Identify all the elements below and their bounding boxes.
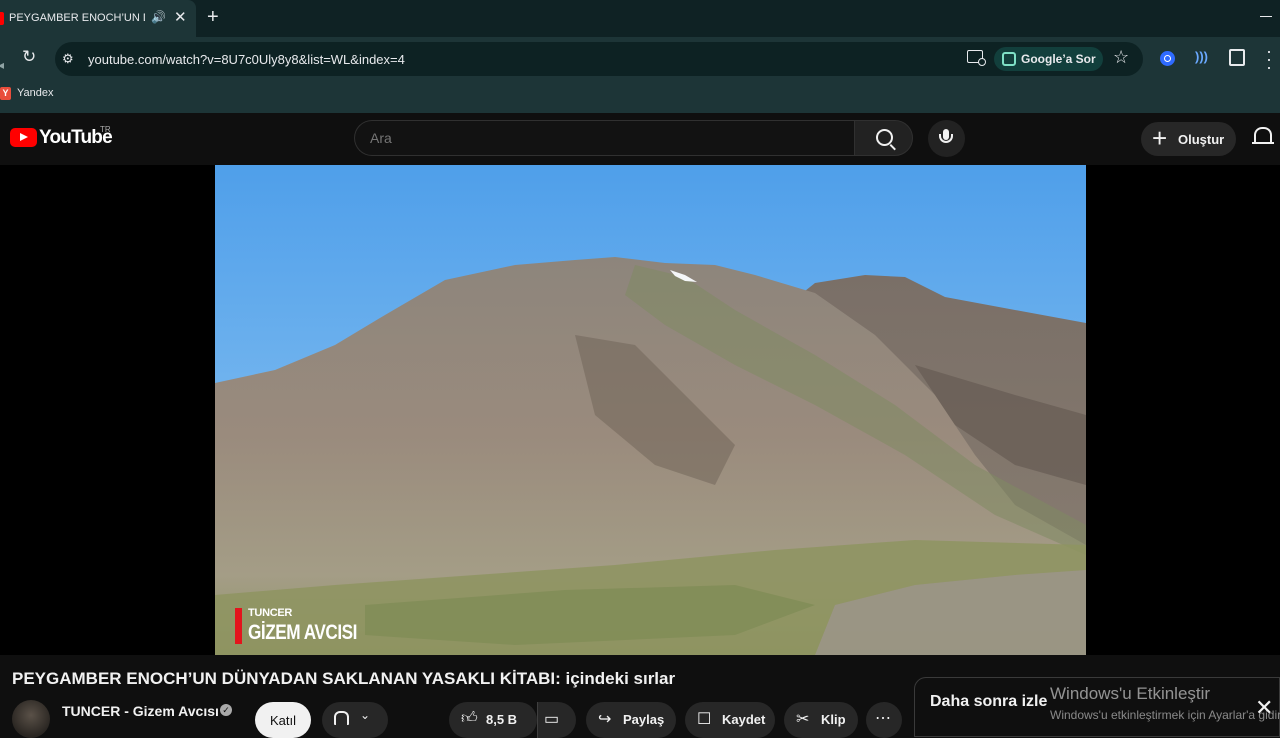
- create-button[interactable]: + Oluştur: [1141, 122, 1236, 156]
- browser-tab-active[interactable]: PEYGAMBER ENOCH’UN DÜ 🔊 ✕: [0, 0, 196, 37]
- dislike-button[interactable]: ▭: [537, 702, 576, 738]
- back-icon[interactable]: ◂: [0, 58, 4, 72]
- youtube-play-logo-icon: [10, 128, 37, 147]
- browser-toolbar: ◂ ↻ ⚙ youtube.com/watch?v=8U7c0Uly8y8&li…: [0, 37, 1280, 81]
- like-button[interactable]: 👍︎ 8,5 B: [449, 702, 537, 738]
- voice-search-button[interactable]: [928, 120, 965, 157]
- watermark-bar: [235, 608, 242, 644]
- bookmarks-bar: [0, 81, 1280, 113]
- notifications-bell-icon[interactable]: [1252, 127, 1274, 144]
- site-info-icon[interactable]: ⚙: [62, 51, 74, 67]
- watch-later-title: Daha sonra izle: [930, 693, 1048, 710]
- new-tab-button[interactable]: +: [207, 6, 219, 29]
- install-app-icon[interactable]: [967, 50, 986, 66]
- save-button[interactable]: ☐ Kaydet: [685, 702, 775, 738]
- reload-icon[interactable]: ↻: [22, 47, 36, 67]
- search-input[interactable]: [370, 130, 830, 146]
- window-minimize-button[interactable]: [1260, 16, 1272, 17]
- country-code: TR: [100, 125, 111, 134]
- windows-activation-title: Windows'u Etkinleştir: [1050, 684, 1211, 703]
- channel-avatar[interactable]: [12, 700, 50, 738]
- plus-icon: +: [1152, 123, 1168, 153]
- join-button[interactable]: Katıl: [255, 702, 311, 738]
- verified-badge-icon: ✓: [220, 704, 232, 716]
- bookmark-yandex[interactable]: Yandex: [17, 87, 54, 99]
- tab-title: PEYGAMBER ENOCH’UN DÜ: [9, 12, 145, 24]
- channel-name[interactable]: TUNCER - Gizem Avcısı: [62, 703, 219, 719]
- browser-tab-strip: PEYGAMBER ENOCH’UN DÜ 🔊 ✕ +: [0, 0, 1280, 37]
- subscribed-button[interactable]: ⌄: [322, 702, 388, 738]
- save-icon: ☐: [697, 711, 712, 728]
- thumbs-up-icon: 👍︎: [461, 710, 478, 727]
- watermark-main-text: GİZEM AVCISI: [248, 621, 357, 644]
- search-button[interactable]: [854, 120, 913, 156]
- mountain-landscape-image: [215, 165, 1086, 655]
- video-frame[interactable]: TUNCER GİZEM AVCISI: [215, 165, 1086, 655]
- search-box[interactable]: [354, 120, 854, 156]
- more-horizontal-icon: ⋯: [875, 710, 891, 727]
- watermark-small-text: TUNCER: [248, 607, 293, 619]
- microphone-icon: [939, 129, 953, 143]
- video-title: PEYGAMBER ENOCH’UN DÜNYADAN SAKLANAN YAS…: [12, 669, 676, 688]
- more-actions-button[interactable]: ⋯: [866, 702, 902, 738]
- thumbs-down-icon: ▭: [544, 711, 560, 728]
- youtube-favicon-icon: [0, 12, 4, 25]
- tab-close-icon[interactable]: ✕: [174, 8, 187, 26]
- clip-button[interactable]: ✂ Klip: [784, 702, 858, 738]
- read-aloud-extension-icon[interactable]: ))): [1195, 49, 1208, 64]
- shazam-extension-icon[interactable]: [1160, 51, 1175, 66]
- share-icon: ↪: [598, 711, 612, 728]
- join-label: Katıl: [270, 713, 297, 728]
- share-button[interactable]: ↪ Paylaş: [586, 702, 676, 738]
- scissors-icon: ✂: [796, 711, 810, 728]
- extensions-puzzle-icon[interactable]: [1229, 49, 1245, 66]
- yandex-favicon-icon[interactable]: Y: [0, 87, 11, 100]
- google-lens-button[interactable]: Google’a Sor: [994, 47, 1103, 71]
- tab-audio-icon[interactable]: 🔊: [151, 10, 166, 24]
- video-player[interactable]: TUNCER GİZEM AVCISI: [0, 165, 1280, 655]
- bookmark-star-icon[interactable]: ☆: [1113, 47, 1129, 68]
- create-label: Oluştur: [1178, 132, 1225, 147]
- lens-icon: [1002, 52, 1016, 66]
- subscription-bell-icon: [334, 711, 349, 725]
- youtube-header: YouTube TR + Oluştur: [0, 113, 1280, 165]
- browser-menu-icon[interactable]: · · ·: [1266, 42, 1272, 76]
- lens-label: Google’a Sor: [1021, 52, 1096, 66]
- address-bar[interactable]: ⚙ youtube.com/watch?v=8U7c0Uly8y8&list=W…: [55, 42, 1143, 76]
- search-icon: [876, 129, 893, 146]
- url-text[interactable]: youtube.com/watch?v=8U7c0Uly8y8&list=WL&…: [88, 52, 405, 67]
